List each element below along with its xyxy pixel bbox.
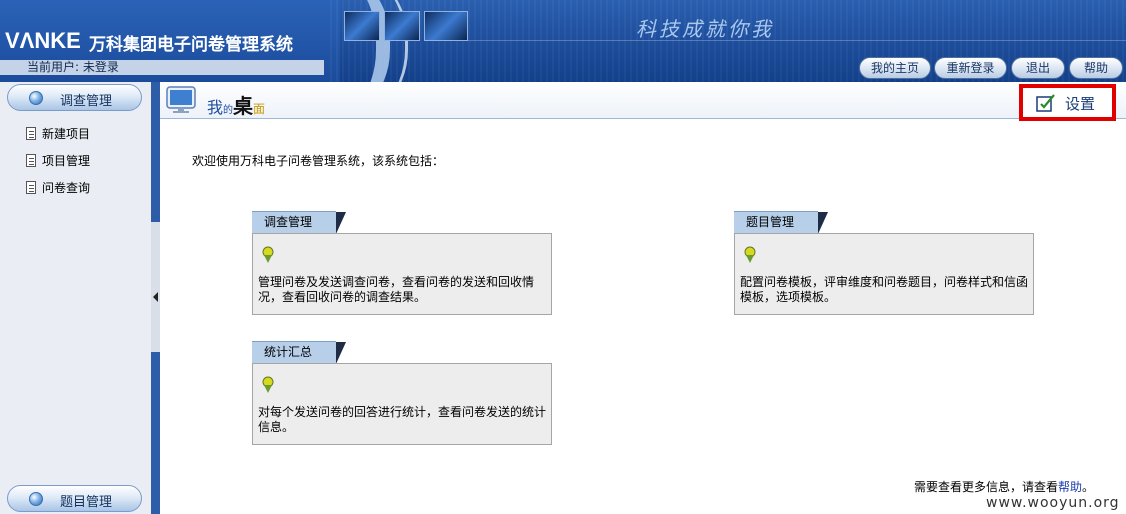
desktop-title-part: 我 — [207, 98, 224, 117]
document-icon — [26, 181, 36, 194]
globe-icon — [29, 91, 43, 105]
settings-edit-icon — [1036, 94, 1055, 112]
monitor-icon — [166, 86, 196, 113]
panel-body: 配置问卷模板，评审维度和问卷题目，问卷样式和信函模板，选项模板。 — [734, 233, 1034, 315]
panel-survey-management: 调查管理 管理问卷及发送调查问卷，查看问卷的发送和回收情况，查看回收问卷的调查结… — [252, 211, 552, 315]
more-info-text: 需要查看更多信息，请查看帮助。 — [914, 478, 1094, 495]
sidebar-item-questionnaire-query[interactable]: 问卷查询 — [26, 179, 90, 197]
app-header: VΛNKE 万科集团电子问卷管理系统 当前用户: 未登录 科技成就你我 我的主页… — [0, 0, 1126, 82]
panel-question-management: 题目管理 配置问卷模板，评审维度和问卷题目，问卷样式和信函模板，选项模板。 — [734, 211, 1034, 315]
sidebar-item-label: 新建项目 — [42, 127, 91, 141]
current-user-bar: 当前用户: 未登录 — [0, 60, 324, 75]
panel-tab: 统计汇总 — [252, 341, 346, 364]
desktop-title-part: 面 — [253, 102, 266, 116]
panel-title: 统计汇总 — [264, 345, 313, 359]
sidebar-tab-label: 调查管理 — [60, 94, 113, 109]
header-photo-1 — [344, 11, 380, 41]
my-homepage-button[interactable]: 我的主页 — [859, 57, 931, 79]
help-link[interactable]: 帮助 — [1058, 480, 1082, 494]
desktop-header: 我的桌面 设置 — [160, 82, 1126, 121]
panel-description: 管理问卷及发送调查问卷，查看问卷的发送和回收情况，查看回收问卷的调查结果。 — [258, 275, 535, 304]
settings-label: 设置 — [1065, 95, 1096, 113]
more-info-prefix: 需要查看更多信息，请查看 — [914, 480, 1059, 494]
header-slogan: 科技成就你我 — [636, 17, 774, 41]
panel-body: 管理问卷及发送调查问卷，查看问卷的发送和回收情况，查看回收问卷的调查结果。 — [252, 233, 552, 315]
pin-icon — [262, 246, 274, 263]
document-icon — [26, 127, 36, 140]
splitter-track — [151, 222, 160, 352]
sidebar-tab-label: 题目管理 — [60, 495, 113, 510]
more-info-suffix: 。 — [1082, 480, 1095, 494]
desktop-title-part: 的 — [223, 105, 234, 116]
pin-icon — [744, 246, 756, 263]
sidebar-tab-question-management[interactable]: 题目管理 — [7, 485, 142, 512]
welcome-text: 欢迎使用万科电子问卷管理系统，该系统包括： — [192, 154, 445, 168]
sidebar-item-new-project[interactable]: 新建项目 — [26, 125, 90, 143]
panel-description: 对每个发送问卷的回答进行统计，查看问卷发送的统计信息。 — [258, 405, 547, 434]
panel-title: 题目管理 — [746, 215, 795, 229]
main-content: 我的桌面 设置 欢迎使用万科电子问卷管理系统，该系统包括： 调查管理 管理问卷及… — [160, 82, 1126, 514]
header-photo-2 — [384, 11, 420, 41]
header-divider-line — [430, 40, 1126, 41]
desktop-title-part: 桌 — [233, 94, 254, 118]
globe-icon — [29, 492, 43, 506]
sidebar-tab-survey-management[interactable]: 调查管理 — [7, 84, 142, 111]
relogin-button[interactable]: 重新登录 — [934, 57, 1007, 79]
watermark: www.wooyun.org — [986, 495, 1120, 511]
sidebar-item-label: 问卷查询 — [42, 181, 91, 195]
panel-tab: 题目管理 — [734, 211, 828, 234]
panel-body: 对每个发送问卷的回答进行统计，查看问卷发送的统计信息。 — [252, 363, 552, 445]
sidebar: 调查管理 新建项目 项目管理 问卷查询 题目管理 — [0, 82, 151, 514]
settings-button[interactable]: 设置 — [1019, 84, 1116, 121]
header-photo-3 — [424, 11, 468, 41]
sidebar-item-label: 项目管理 — [42, 154, 91, 168]
sidebar-item-project-management[interactable]: 项目管理 — [26, 152, 90, 170]
vanke-logo: VΛNKE — [5, 28, 81, 53]
logout-button[interactable]: 退出 — [1011, 57, 1065, 79]
help-button[interactable]: 帮助 — [1069, 57, 1123, 79]
document-icon — [26, 154, 36, 167]
current-user-text: 当前用户: 未登录 — [27, 60, 119, 74]
panel-description: 配置问卷模板，评审维度和问卷题目，问卷样式和信函模板，选项模板。 — [740, 275, 1029, 304]
desktop-title: 我的桌面 — [207, 90, 265, 119]
system-title: 万科集团电子问卷管理系统 — [89, 35, 293, 55]
pin-icon — [262, 376, 274, 393]
panel-title: 调查管理 — [264, 215, 313, 229]
panel-tab: 调查管理 — [252, 211, 346, 234]
sidebar-splitter[interactable] — [151, 82, 160, 514]
panel-statistics-summary: 统计汇总 对每个发送问卷的回答进行统计，查看问卷发送的统计信息。 — [252, 341, 552, 445]
collapse-arrow-icon[interactable] — [153, 292, 158, 302]
